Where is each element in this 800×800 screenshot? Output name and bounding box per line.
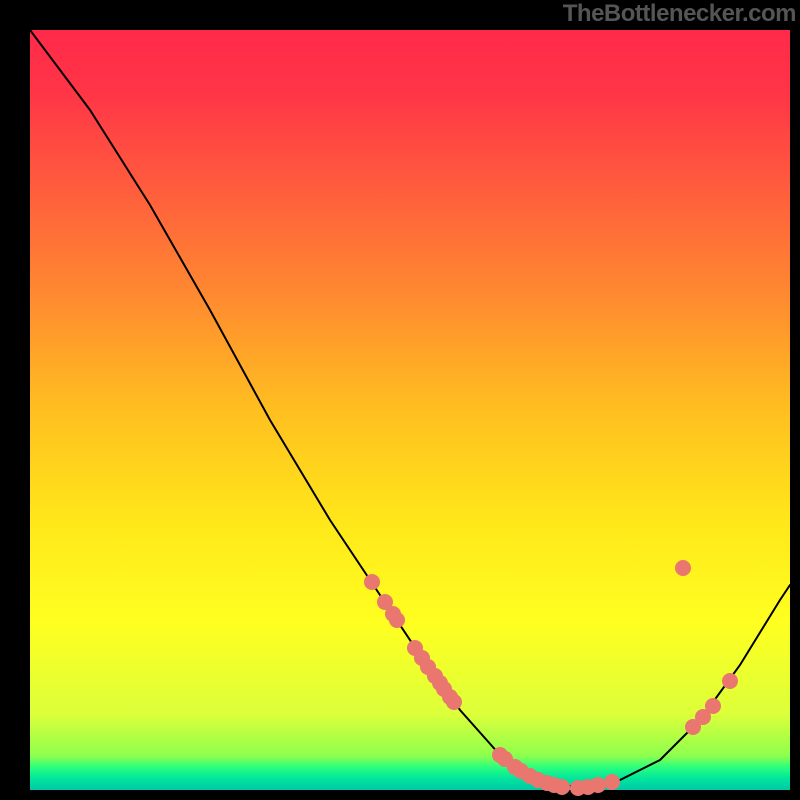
data-marker bbox=[446, 694, 462, 710]
bottleneck-chart bbox=[0, 0, 800, 800]
data-marker bbox=[554, 779, 570, 795]
data-marker bbox=[590, 777, 606, 793]
data-marker bbox=[675, 560, 691, 576]
gradient-plot-area bbox=[30, 30, 790, 790]
attribution-text: TheBottlenecker.com bbox=[563, 0, 796, 28]
data-marker bbox=[705, 698, 721, 714]
data-marker bbox=[722, 673, 738, 689]
data-marker bbox=[364, 574, 380, 590]
data-marker bbox=[604, 774, 620, 790]
data-marker bbox=[389, 612, 405, 628]
chart-container: { "attribution": "TheBottlenecker.com", … bbox=[0, 0, 800, 800]
